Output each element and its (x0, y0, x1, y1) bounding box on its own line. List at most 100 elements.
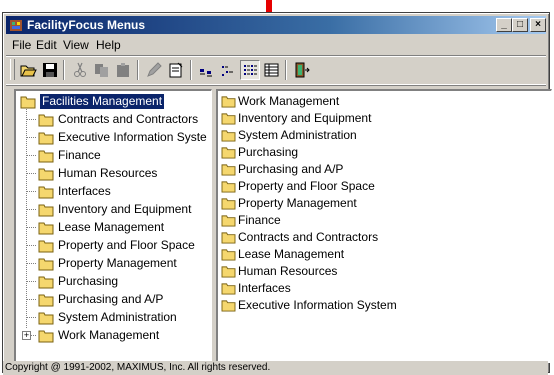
folder-icon (38, 150, 54, 163)
paste-icon[interactable] (114, 60, 134, 80)
menu-edit[interactable]: Edit (36, 38, 57, 52)
folder-icon (221, 249, 236, 261)
menu-help[interactable]: Help (96, 38, 121, 52)
menu-view[interactable]: View (63, 38, 89, 52)
tree-item-label: Purchasing and A/P (58, 292, 164, 306)
tree-item-executive[interactable]: Executive Information Syste (16, 129, 211, 147)
tree-item-inventory[interactable]: Inventory and Equipment (16, 201, 211, 219)
tree-item-interfaces[interactable]: Interfaces (16, 183, 211, 201)
exit-door-icon[interactable] (292, 60, 312, 80)
title-bar[interactable]: FacilityFocus Menus _ □ × (6, 16, 546, 34)
folder-icon (221, 147, 236, 159)
folder-icon (38, 258, 54, 271)
app-logo-icon (10, 20, 22, 31)
list-item-label: Lease Management (238, 247, 345, 261)
list-item-label: Executive Information System (238, 298, 397, 312)
tree-item-label: Purchasing (58, 274, 119, 288)
folder-icon (221, 232, 236, 244)
tree-item-label: Finance (58, 148, 101, 162)
tree-item-purchasing[interactable]: Purchasing (16, 273, 211, 291)
tree-item-label: Executive Information Syste (58, 130, 207, 144)
open-folder-icon[interactable] (18, 60, 38, 80)
folder-icon (38, 114, 54, 127)
toolbar (6, 55, 546, 85)
toolbar-separator (63, 60, 65, 80)
toolbar-separator (285, 60, 287, 80)
toolbar-grip[interactable] (10, 59, 15, 80)
copy-icon[interactable] (92, 60, 112, 80)
folder-icon (221, 283, 236, 295)
tree-item-property-floor[interactable]: Property and Floor Space (16, 237, 211, 255)
list-item-label: Human Resources (238, 264, 338, 278)
list-item-label: Purchasing and A/P (238, 162, 344, 176)
tree-expand-button[interactable]: + (22, 331, 31, 340)
tree-item-label: Property Management (58, 256, 177, 270)
folder-icon (221, 164, 236, 176)
minimize-button[interactable]: _ (496, 18, 512, 32)
tree-item-finance[interactable]: Finance (16, 147, 211, 165)
large-icons-icon[interactable] (197, 60, 217, 80)
close-button[interactable]: × (530, 18, 546, 32)
list-pane[interactable]: Work Management Inventory and Equipment … (216, 89, 552, 363)
folder-icon (38, 204, 54, 217)
cut-icon[interactable] (70, 60, 90, 80)
list-item-label: Property Management (238, 196, 357, 210)
folder-open-icon (20, 96, 36, 109)
tree-item-contracts[interactable]: Contracts and Contractors (16, 111, 211, 129)
details-view-icon[interactable] (262, 60, 282, 80)
tree-pane[interactable]: Facilities Management Contracts and Cont… (14, 89, 212, 363)
window-title: FacilityFocus Menus (27, 18, 146, 32)
copyright-text: Copyright @ 1991-2002, MAXIMUS, Inc. All… (5, 362, 271, 373)
folder-icon (38, 312, 54, 325)
menu-file[interactable]: File (12, 38, 31, 52)
folder-icon (38, 186, 54, 199)
tree-item-label: Lease Management (58, 220, 165, 234)
tree-item-label: Interfaces (58, 184, 111, 198)
folder-icon (38, 276, 54, 289)
tree-item-label: Inventory and Equipment (58, 202, 192, 216)
properties-icon[interactable] (166, 60, 186, 80)
tree-item-property-mgmt[interactable]: Property Management (16, 255, 211, 273)
tree-root-label: Facilities Management (40, 94, 165, 109)
folder-icon (38, 294, 54, 307)
tree-item-work-mgmt[interactable]: + Work Management (16, 327, 211, 345)
tree-item-label: Contracts and Contractors (58, 112, 199, 126)
list-item-label: Property and Floor Space (238, 179, 375, 193)
folder-icon (221, 215, 236, 227)
tree-item-purchasing-ap[interactable]: Purchasing and A/P (16, 291, 211, 309)
toolbar-separator (190, 60, 192, 80)
folder-icon (221, 181, 236, 193)
save-disk-icon[interactable] (40, 60, 60, 80)
folder-icon (221, 113, 236, 125)
list-item-label: Contracts and Contractors (238, 230, 379, 244)
tree-item-label: Work Management (58, 328, 160, 342)
list-item-label: Purchasing (238, 145, 299, 159)
main-window: FacilityFocus Menus _ □ × File Edit View… (2, 12, 552, 374)
folder-icon (221, 266, 236, 278)
list-item-label: Inventory and Equipment (238, 111, 372, 125)
tree-item-label: Property and Floor Space (58, 238, 195, 252)
list-item-label: Work Management (238, 94, 340, 108)
tree-item-label: System Administration (58, 310, 177, 324)
folder-icon (221, 96, 236, 108)
folder-icon (38, 330, 54, 343)
list-item-label: System Administration (238, 128, 357, 142)
folder-icon (38, 240, 54, 253)
menu-bar: File Edit View Help (6, 36, 546, 54)
small-icons-icon[interactable] (218, 60, 238, 80)
tree-item-lease[interactable]: Lease Management (16, 219, 211, 237)
folder-icon (38, 132, 54, 145)
folder-icon (38, 168, 54, 181)
tree-item-human-resources[interactable]: Human Resources (16, 165, 211, 183)
folder-icon (221, 198, 236, 210)
list-item-label: Interfaces (238, 281, 291, 295)
edit-pencil-icon[interactable] (144, 60, 164, 80)
folder-icon (38, 222, 54, 235)
toolbar-separator (137, 60, 139, 80)
tree-item-system-admin[interactable]: System Administration (16, 309, 211, 327)
tree-item-label: Human Resources (58, 166, 158, 180)
list-view-icon[interactable] (240, 60, 260, 80)
status-bar: Copyright @ 1991-2002, MAXIMUS, Inc. All… (3, 361, 548, 375)
folder-icon (221, 130, 236, 142)
maximize-button[interactable]: □ (512, 18, 528, 32)
